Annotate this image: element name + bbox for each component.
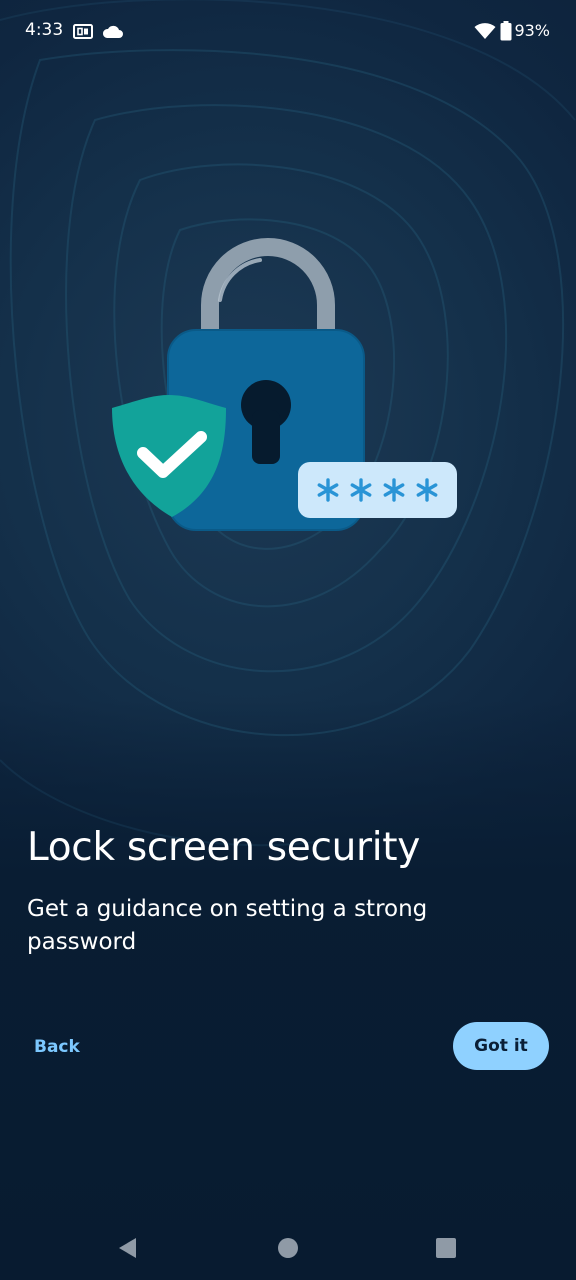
battery-percent: 93%	[514, 21, 550, 40]
status-time: 4:33	[25, 20, 64, 40]
page-title: Lock screen security	[27, 825, 421, 870]
battery-icon	[500, 21, 512, 41]
cloud-icon	[102, 25, 123, 38]
home-circle-icon[interactable]	[276, 1236, 300, 1260]
lock-illustration	[112, 238, 457, 531]
status-bar: 4:33 93%	[0, 0, 576, 64]
password-field-icon	[298, 462, 457, 518]
back-triangle-icon[interactable]	[116, 1236, 140, 1260]
wifi-icon	[474, 23, 496, 39]
navigation-bar	[0, 1210, 576, 1280]
back-button[interactable]: Back	[22, 1024, 92, 1070]
page-subtitle: Get a guidance on setting a strong passw…	[27, 896, 428, 955]
got-it-button[interactable]: Got it	[453, 1022, 549, 1070]
recents-square-icon[interactable]	[434, 1236, 458, 1260]
screen-cast-icon	[73, 24, 93, 39]
